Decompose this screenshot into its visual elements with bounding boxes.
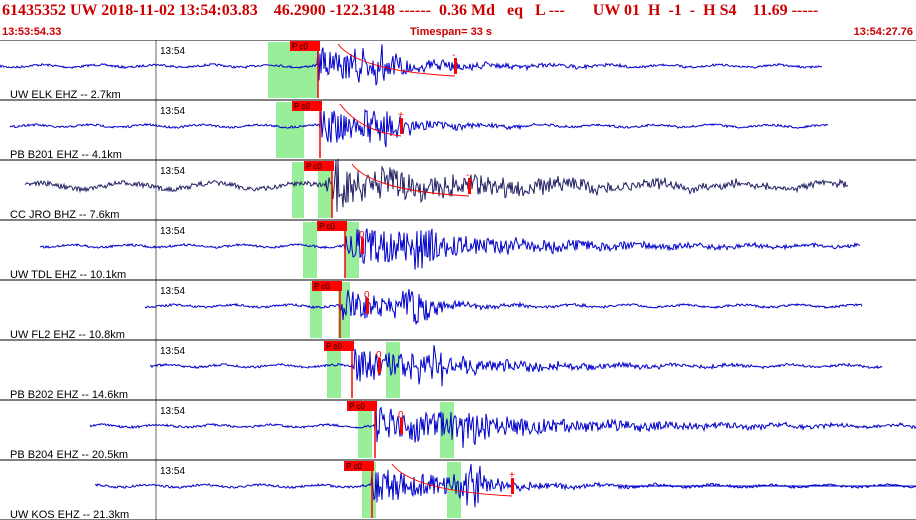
waveform	[149, 345, 883, 387]
trace-row[interactable]: P c0 0 13:54 PB B202 EHZ -- 14.6km	[0, 340, 916, 401]
waveform	[89, 405, 916, 448]
pick-window	[292, 162, 304, 218]
trace-row[interactable]: P c0 0 13:54 UW TDL EHZ -- 10.1km	[0, 220, 916, 281]
station-label: PB B204 EHZ -- 20.5km	[10, 449, 128, 461]
event-title: 61435352 UW 2018-11-02 13:54:03.83 46.29…	[2, 2, 819, 19]
pick-label: P c0	[314, 282, 330, 291]
end-time: 13:54:27.76	[853, 26, 913, 38]
pick-window	[276, 102, 290, 158]
pick-window	[386, 342, 400, 398]
time-tick-label: 13:54	[160, 46, 185, 57]
marker-symbol: -	[466, 170, 469, 181]
pick-label: P c0	[294, 102, 310, 111]
trace-row[interactable]: P c0 - 13:54 UW ELK EHZ -- 2.7km	[0, 40, 916, 101]
pick-label: P c0	[306, 162, 322, 171]
pick-label: P c0	[326, 342, 342, 351]
pick-window	[268, 42, 290, 98]
time-tick-label: 13:54	[160, 106, 185, 117]
pick-label: P c0	[349, 402, 365, 411]
time-tick-label: 13:54	[160, 346, 185, 357]
marker-symbol: +	[509, 470, 515, 481]
pick-label: P c0	[292, 42, 308, 51]
station-label: UW FL2 EHZ -- 10.8km	[10, 329, 125, 341]
trace-row[interactable]: P c0 +13:54 PB B201 EHZ -- 4.1km	[0, 100, 916, 161]
station-label: PB B201 EHZ -- 4.1km	[10, 149, 122, 161]
time-tick-label: 13:54	[160, 226, 185, 237]
waveform	[144, 289, 863, 325]
header-bar: 61435352 UW 2018-11-02 13:54:03.83 46.29…	[0, 0, 916, 40]
station-label: UW KOS EHZ -- 21.3km	[10, 509, 129, 520]
marker-symbol: -	[452, 50, 455, 61]
pick-window	[303, 222, 317, 278]
marker-symbol: 0	[364, 290, 370, 301]
trace-row[interactable]: P c0 0 13:54 UW FL2 EHZ -- 10.8km	[0, 280, 916, 341]
timespan-label: Timespan= 33 s	[410, 26, 493, 38]
trace-row[interactable]: P c0 +13:54 UW KOS EHZ -- 21.3km	[0, 460, 916, 520]
waveform	[94, 463, 916, 508]
seismogram-panel[interactable]: P c0-13:54UW ELK EHZ -- 2.7kmP c0+13:54P…	[0, 40, 916, 520]
waveform	[0, 44, 823, 86]
station-label: UW ELK EHZ -- 2.7km	[10, 89, 121, 101]
time-tick-label: 13:54	[160, 466, 185, 477]
pick-label: P c0	[346, 462, 362, 471]
station-label: PB B202 EHZ -- 14.6km	[10, 389, 128, 401]
station-label: CC JRO BHZ -- 7.6km	[10, 209, 119, 221]
start-time: 13:53:54.33	[2, 26, 62, 38]
trace-row[interactable]: P c0 0 13:54 PB B204 EHZ -- 20.5km	[0, 400, 916, 461]
marker-symbol: 0	[376, 350, 382, 361]
waveform	[24, 158, 849, 212]
waveform	[9, 108, 829, 148]
time-tick-label: 13:54	[160, 286, 185, 297]
marker-symbol: 0	[398, 410, 404, 421]
trace-row[interactable]: P c0 - 13:54 CC JRO BHZ -- 7.6km	[0, 158, 916, 221]
station-label: UW TDL EHZ -- 10.1km	[10, 269, 126, 281]
marker-symbol: +	[398, 110, 404, 121]
marker-symbol: 0	[359, 230, 365, 241]
time-tick-label: 13:54	[160, 166, 185, 177]
time-tick-label: 13:54	[160, 406, 185, 417]
pick-label: P c0	[319, 222, 335, 231]
